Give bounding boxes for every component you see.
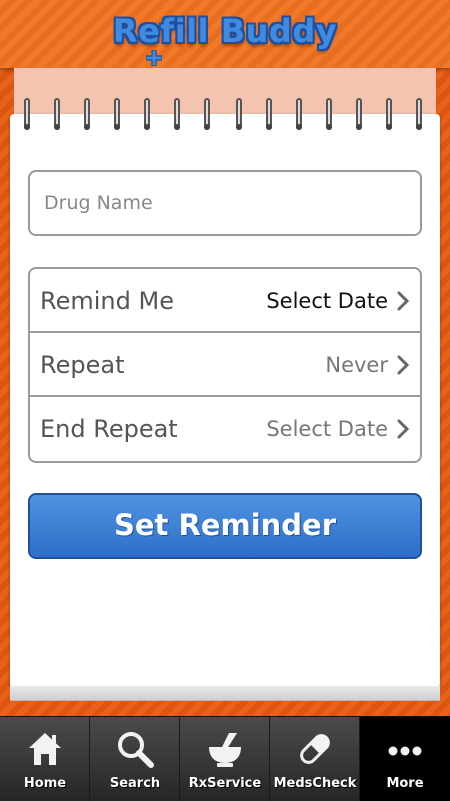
- binding-ring: [144, 98, 150, 130]
- tab-label: MedsCheck: [273, 776, 357, 791]
- end-repeat-label: End Repeat: [40, 415, 178, 443]
- tab-medscheck[interactable]: MedsCheck: [270, 717, 360, 801]
- binding-ring: [114, 98, 120, 130]
- binding-ring: [174, 98, 180, 130]
- binding-ring: [416, 98, 422, 130]
- tab-label: Home: [23, 776, 67, 791]
- chevron-right-icon: [397, 291, 410, 311]
- remind-me-row[interactable]: Remind Me Select Date: [30, 269, 420, 333]
- logo-cross-icon: [146, 50, 162, 66]
- repeat-row[interactable]: Repeat Never: [30, 333, 420, 397]
- remind-me-label: Remind Me: [40, 287, 174, 315]
- app-logo: Refill Buddy: [112, 12, 338, 50]
- tab-more[interactable]: More: [360, 717, 450, 801]
- binding-ring: [54, 98, 60, 130]
- binding-ring: [236, 98, 242, 130]
- binding-ring: [386, 98, 392, 130]
- binding-ring: [24, 98, 30, 130]
- tab-label: RxService: [188, 776, 262, 791]
- tab-label: Search: [109, 776, 161, 791]
- binding-ring: [356, 98, 362, 130]
- drug-name-input[interactable]: [28, 170, 422, 236]
- tab-label: More: [386, 776, 424, 791]
- chevron-right-icon: [397, 419, 410, 439]
- binding-ring: [296, 98, 302, 130]
- bottom-tab-bar: Home Search RxService MedsCheck More: [0, 716, 450, 801]
- mortar-pestle-icon: [209, 733, 241, 767]
- home-icon: [29, 733, 61, 765]
- binding-ring: [84, 98, 90, 130]
- end-repeat-row[interactable]: End Repeat Select Date: [30, 397, 420, 461]
- notepad-bottom-edge: [10, 686, 440, 701]
- pill-icon: [300, 734, 330, 764]
- repeat-value: Never: [325, 353, 388, 377]
- reminder-options: Remind Me Select Date Repeat Never End R…: [28, 267, 422, 463]
- search-icon: [118, 732, 154, 768]
- spiral-binding: [0, 98, 450, 134]
- binding-ring: [326, 98, 332, 130]
- binding-ring: [266, 98, 272, 130]
- remind-me-value: Select Date: [266, 289, 388, 313]
- tab-home[interactable]: Home: [0, 717, 90, 801]
- tab-search[interactable]: Search: [90, 717, 180, 801]
- tab-rxservice[interactable]: RxService: [180, 717, 270, 801]
- end-repeat-value: Select Date: [266, 417, 388, 441]
- repeat-label: Repeat: [40, 351, 125, 379]
- set-reminder-button[interactable]: Set Reminder: [28, 493, 422, 559]
- binding-ring: [204, 98, 210, 130]
- app-header: Refill Buddy: [0, 0, 450, 68]
- chevron-right-icon: [397, 355, 410, 375]
- more-dots-icon: [388, 746, 422, 756]
